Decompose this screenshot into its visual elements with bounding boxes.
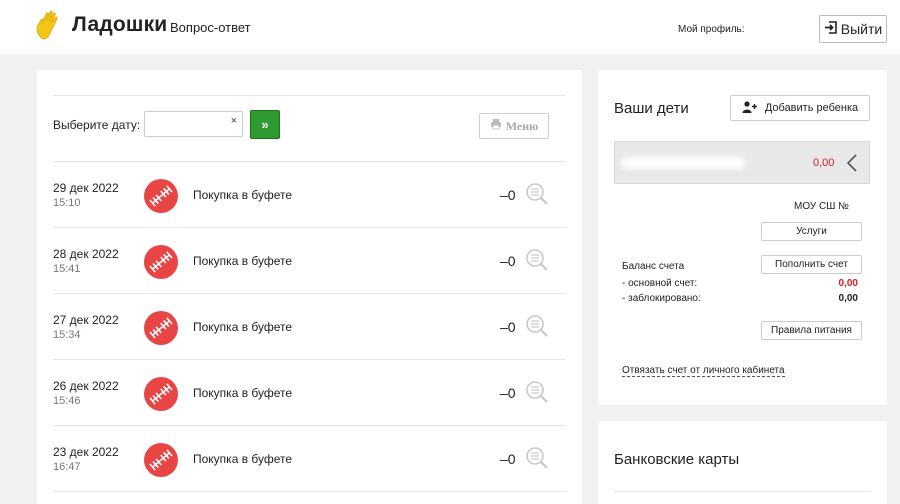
school-name: МОУ СШ № xyxy=(794,201,849,212)
transaction-date: 26 дек 2022 xyxy=(53,379,119,393)
transaction-amount: –0 xyxy=(500,319,516,335)
transaction-amount: –0 xyxy=(500,451,516,467)
main-account-value: 0,00 xyxy=(838,278,858,289)
transaction-time: 15:41 xyxy=(53,263,81,275)
clear-icon[interactable]: × xyxy=(231,115,237,127)
cutlery-icon xyxy=(144,179,178,213)
search-receipt-icon[interactable] xyxy=(525,182,549,206)
transaction-row[interactable]: 28 дек 2022 15:41 Покупка в буфете –0 xyxy=(53,227,566,293)
menu-label: Меню xyxy=(505,118,539,133)
cutlery-icon xyxy=(144,377,178,411)
transaction-row[interactable]: 27 дек 2022 15:34 Покупка в буфете –0 xyxy=(53,293,566,359)
add-user-icon xyxy=(742,100,758,116)
transaction-amount: –0 xyxy=(500,187,516,203)
divider xyxy=(53,95,566,96)
topup-button[interactable]: Пополнить счет xyxy=(761,255,862,274)
balance-label: Баланс счета xyxy=(622,261,685,272)
transaction-description: Покупка в буфете xyxy=(193,386,293,400)
children-panel: Ваши дети Добавить ребенка 0,00 МОУ СШ №… xyxy=(598,70,887,405)
transaction-time: 15:10 xyxy=(53,197,81,209)
transaction-date: 27 дек 2022 xyxy=(53,313,119,327)
transaction-description: Покупка в буфете xyxy=(193,188,293,202)
children-title: Ваши дети xyxy=(614,100,689,117)
transaction-amount: –0 xyxy=(500,385,516,401)
child-card[interactable]: 0,00 xyxy=(614,141,870,184)
add-child-button[interactable]: Добавить ребенка xyxy=(730,95,870,121)
search-receipt-icon[interactable] xyxy=(525,248,549,272)
logout-label: Выйти xyxy=(840,21,883,37)
cutlery-icon xyxy=(144,443,178,477)
unlink-account-link[interactable]: Отвязать счет от личного кабинета xyxy=(622,365,785,377)
search-receipt-icon[interactable] xyxy=(525,380,549,404)
chevron-left-icon[interactable] xyxy=(845,153,859,173)
search-receipt-icon[interactable] xyxy=(525,446,549,470)
transaction-description: Покупка в буфете xyxy=(193,254,293,268)
cutlery-icon xyxy=(144,311,178,345)
transaction-row[interactable]: 26 дек 2022 15:46 Покупка в буфете –0 xyxy=(53,359,566,425)
services-button[interactable]: Услуги xyxy=(761,222,862,241)
child-balance: 0,00 xyxy=(813,157,835,169)
transaction-date: 23 дек 2022 xyxy=(53,445,119,459)
transaction-amount: –0 xyxy=(500,253,516,269)
main-account-label: - основной счет: xyxy=(622,278,698,289)
transaction-time: 15:46 xyxy=(53,395,81,407)
child-name-redacted xyxy=(621,157,745,169)
logout-button[interactable]: Выйти xyxy=(819,15,887,43)
apply-date-button[interactable]: » xyxy=(250,110,280,139)
blocked-label: - заблокировано: xyxy=(622,293,701,304)
blocked-row: - заблокировано: 0,00 xyxy=(622,293,858,304)
menu-button[interactable]: Меню xyxy=(479,113,549,139)
exit-icon xyxy=(824,21,837,37)
transaction-row[interactable]: 29 дек 2022 15:10 Покупка в буфете –0 xyxy=(53,161,566,227)
transaction-description: Покупка в буфете xyxy=(193,452,293,466)
date-input[interactable]: × xyxy=(144,111,243,137)
profile-label[interactable]: Мой профиль: xyxy=(678,24,745,35)
add-child-label: Добавить ребенка xyxy=(764,102,859,114)
divider xyxy=(53,491,566,492)
search-receipt-icon[interactable] xyxy=(525,314,549,338)
transaction-list: 29 дек 2022 15:10 Покупка в буфете –0 28… xyxy=(53,161,566,492)
top-header: Ладошки Вопрос-ответ Мой профиль: Выйти xyxy=(0,0,900,54)
blocked-value: 0,00 xyxy=(838,293,858,304)
transaction-time: 15:34 xyxy=(53,329,81,341)
divider xyxy=(614,491,871,492)
logo-text[interactable]: Ладошки xyxy=(72,13,167,37)
main-account-row: - основной счет: 0,00 xyxy=(622,278,858,289)
bank-cards-title: Банковские карты xyxy=(614,451,740,468)
printer-icon xyxy=(490,118,502,134)
transaction-description: Покупка в буфете xyxy=(193,320,293,334)
transaction-date: 29 дек 2022 xyxy=(53,181,119,195)
bank-cards-panel: Банковские карты xyxy=(598,421,887,504)
cutlery-icon xyxy=(144,245,178,279)
transactions-panel: Выберите дату: × » Меню 29 дек 2022 15:1… xyxy=(37,70,582,504)
transaction-row[interactable]: 23 дек 2022 16:47 Покупка в буфете –0 xyxy=(53,425,566,491)
transaction-date: 28 дек 2022 xyxy=(53,247,119,261)
nutrition-rules-button[interactable]: Правила питания xyxy=(761,321,862,340)
date-label: Выберите дату: xyxy=(53,118,141,132)
hand-icon[interactable] xyxy=(34,9,66,43)
nav-link-qa[interactable]: Вопрос-ответ xyxy=(170,20,251,35)
transaction-time: 16:47 xyxy=(53,461,81,473)
